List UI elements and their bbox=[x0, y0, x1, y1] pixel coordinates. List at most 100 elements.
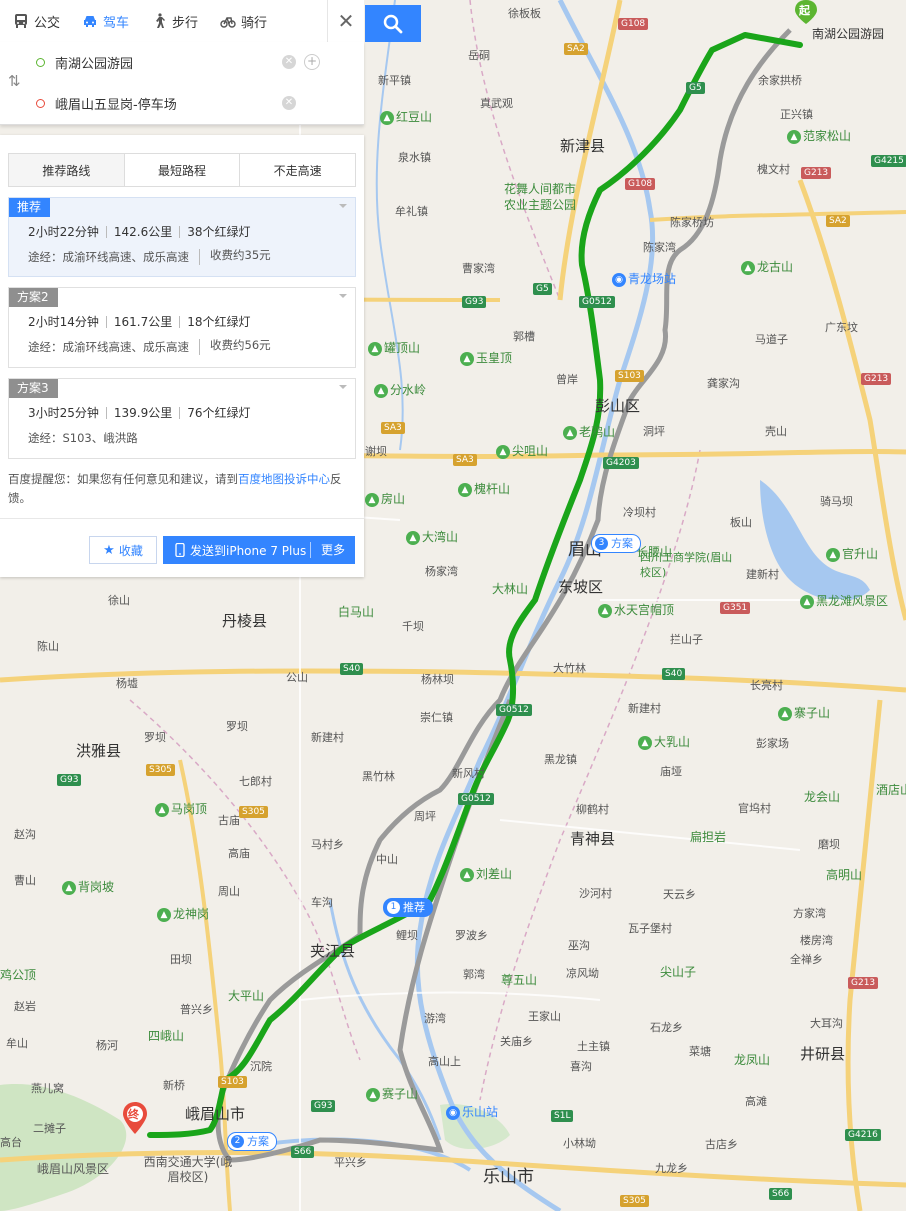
highway-shield: G213 bbox=[861, 373, 892, 385]
highway-shield: S40 bbox=[662, 668, 686, 680]
place-label: 陈家湾 bbox=[643, 241, 676, 254]
route-plan-3[interactable]: 方案3 3小时25分钟 139.9公里 76个红绿灯 途经：S103、峨洪路 bbox=[8, 378, 356, 459]
tab-recommended-route[interactable]: 推荐路线 bbox=[9, 154, 125, 186]
scenic-label: ◉ 乐山站 bbox=[446, 1103, 498, 1120]
place-label: 杨林坝 bbox=[421, 673, 454, 686]
place-label: 杨河 bbox=[96, 1039, 118, 1052]
route-tag-plan3[interactable]: 3 方案 bbox=[591, 534, 641, 553]
tree-icon: ▲ bbox=[368, 341, 382, 356]
place-label: 磨坝 bbox=[818, 838, 840, 851]
tree-icon: ▲ bbox=[460, 867, 474, 882]
route-plan-2[interactable]: 方案2 2小时14分钟 161.7公里 18个红绿灯 途经：成渝环线高速、成乐高… bbox=[8, 287, 356, 368]
end-marker-label: 终 bbox=[128, 1108, 139, 1121]
scenic-label: ▲ 刘差山 bbox=[460, 865, 512, 882]
origin-input[interactable]: 南湖公园游园 bbox=[55, 53, 133, 72]
favorite-button[interactable]: ★ 收藏 bbox=[89, 536, 157, 564]
tab-walk[interactable]: 步行 bbox=[138, 0, 207, 42]
phone-icon bbox=[175, 543, 185, 557]
scenic-label: 大林山 bbox=[492, 582, 529, 596]
expand-caret-icon[interactable] bbox=[339, 385, 347, 389]
highway-shield: G4203 bbox=[603, 457, 639, 469]
tab-shortest-route[interactable]: 最短路程 bbox=[124, 154, 241, 186]
tree-icon: ▲ bbox=[380, 110, 394, 125]
complaint-center-link[interactable]: 百度地图投诉中心 bbox=[238, 472, 330, 486]
place-label: 正兴镇 bbox=[780, 108, 813, 121]
scenic-label: 酒店山 bbox=[876, 783, 906, 797]
route-results-panel: 推荐路线 最短路程 不走高速 推荐 2小时22分钟 142.6公里 38个红绿灯… bbox=[0, 135, 364, 577]
scenic-label: ▲ 马岗顶 bbox=[155, 800, 207, 817]
city-label: 彭山区 bbox=[595, 397, 641, 415]
plan-toll-fee: 收费约56元 bbox=[199, 339, 271, 355]
route-tag-number: 1 bbox=[387, 901, 400, 914]
tree-icon: ▲ bbox=[496, 444, 510, 459]
plan-time: 2小时14分钟 bbox=[28, 315, 99, 329]
search-button[interactable] bbox=[365, 5, 421, 42]
swap-icon[interactable]: ⇅ bbox=[8, 72, 21, 90]
highway-shield: G108 bbox=[618, 18, 649, 30]
scenic-label: 大平山 bbox=[228, 989, 265, 1003]
city-label: 东坡区 bbox=[558, 578, 604, 596]
bus-icon bbox=[15, 14, 27, 28]
scenic-label: ▲ 背岗坡 bbox=[62, 878, 114, 895]
highway-shield: G108 bbox=[625, 178, 656, 190]
place-label: 天云乡 bbox=[663, 888, 696, 901]
highway-shield: G93 bbox=[462, 296, 487, 308]
highway-shield: G93 bbox=[311, 1100, 336, 1112]
tab-walk-label: 步行 bbox=[172, 15, 199, 31]
place-label: 周山 bbox=[218, 885, 240, 898]
place-label: 广东坟 bbox=[825, 321, 858, 334]
tree-icon: ▲ bbox=[458, 482, 472, 497]
favorite-label: 收藏 bbox=[118, 543, 143, 558]
place-label: 徐板板 bbox=[508, 7, 541, 20]
route-tag-number: 2 bbox=[231, 1135, 244, 1148]
place-label: 冷坝村 bbox=[623, 506, 656, 519]
place-label: 高山上 bbox=[428, 1055, 461, 1068]
place-label: 牟礼镇 bbox=[395, 205, 428, 218]
clear-destination-icon[interactable]: ✕ bbox=[282, 96, 296, 110]
expand-caret-icon[interactable] bbox=[339, 294, 347, 298]
start-marker[interactable]: 起 bbox=[794, 0, 818, 24]
destination-input[interactable]: 峨眉山五显岗-停车场 bbox=[55, 94, 177, 113]
scenic-label: ▲ 龙神岗 bbox=[157, 905, 209, 922]
highway-shield: S305 bbox=[146, 764, 175, 776]
feedback-tip: 百度提醒您：如果您有任何意见和建议，请到百度地图投诉中心反馈。 bbox=[8, 470, 358, 508]
plan-via-roads: 途经：S103、峨洪路 bbox=[28, 431, 138, 445]
place-label: 巫沟 bbox=[568, 939, 590, 952]
clear-origin-icon[interactable]: ✕ bbox=[282, 55, 296, 69]
place-label: 高台 bbox=[0, 1136, 22, 1149]
more-button[interactable]: 更多 bbox=[309, 542, 355, 558]
tree-icon: ▲ bbox=[741, 260, 755, 275]
send-to-phone-button[interactable]: 发送到iPhone 7 Plus 更多 bbox=[163, 536, 355, 564]
place-label: 黑龙镇 bbox=[544, 753, 577, 766]
place-label: 田坝 bbox=[170, 953, 192, 966]
place-label: 拦山子 bbox=[670, 633, 703, 646]
tree-icon: ▲ bbox=[365, 492, 379, 507]
scenic-label: ▲ 红豆山 bbox=[380, 108, 432, 125]
place-label: 郭槽 bbox=[513, 330, 535, 343]
add-waypoint-icon[interactable]: + bbox=[304, 54, 320, 70]
tab-bike[interactable]: 骑行 bbox=[207, 0, 276, 42]
plan-badge: 方案2 bbox=[9, 288, 58, 307]
search-icon bbox=[383, 14, 403, 33]
plan-badge: 推荐 bbox=[9, 198, 51, 217]
tree-icon: ▲ bbox=[563, 425, 577, 440]
start-place-label: 南湖公园游园 bbox=[812, 27, 885, 41]
expand-caret-icon[interactable] bbox=[339, 204, 347, 208]
plan-via: 途经：成渝环线高速、成乐高速 收费约35元 bbox=[28, 249, 271, 265]
tab-avoid-highway[interactable]: 不走高速 bbox=[240, 154, 356, 186]
route-tag-plan2[interactable]: 2 方案 bbox=[227, 1132, 277, 1151]
route-plan-1[interactable]: 推荐 2小时22分钟 142.6公里 38个红绿灯 途经：成渝环线高速、成乐高速… bbox=[8, 197, 356, 277]
tree-icon: ▲ bbox=[460, 351, 474, 366]
place-label: 中山 bbox=[376, 853, 398, 866]
close-button[interactable]: ✕ bbox=[327, 0, 364, 42]
route-tag-recommended[interactable]: 1 推荐 bbox=[383, 898, 433, 917]
place-label: 赵岩 bbox=[14, 1000, 36, 1013]
place-label: 古店乡 bbox=[705, 1138, 738, 1151]
end-marker[interactable]: 终 bbox=[122, 1102, 148, 1134]
tab-bus[interactable]: 公交 bbox=[0, 0, 69, 42]
highway-shield: SA2 bbox=[826, 215, 850, 227]
tab-drive[interactable]: 驾车 bbox=[69, 0, 138, 42]
city-label: 乐山市 bbox=[483, 1167, 534, 1187]
tree-icon: ▲ bbox=[638, 735, 652, 750]
scenic-label: 四峨山 bbox=[148, 1029, 185, 1043]
